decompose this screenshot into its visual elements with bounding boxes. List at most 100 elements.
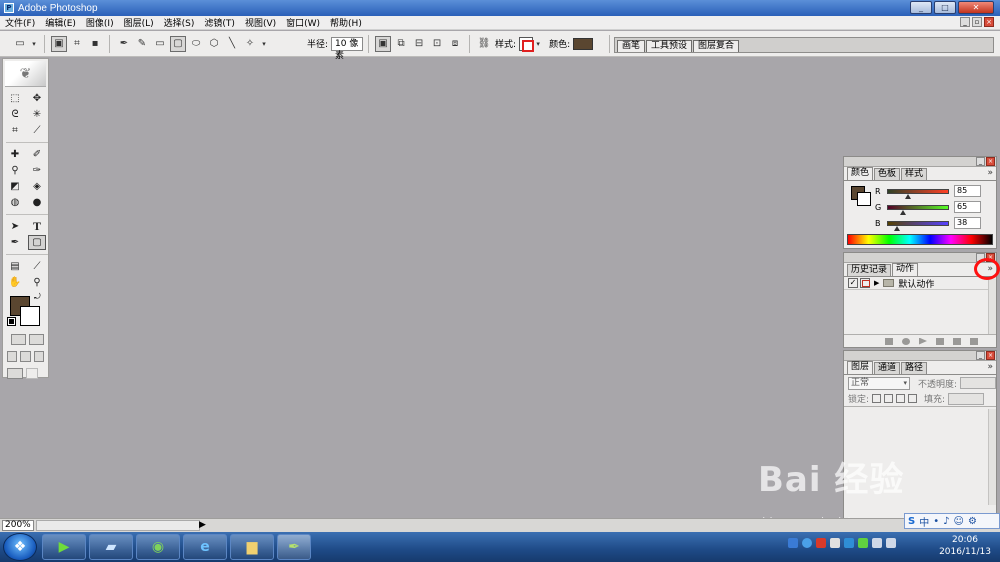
tab-swatches[interactable]: 色板 <box>874 168 901 180</box>
tab-history[interactable]: 历史记录 <box>847 264 892 276</box>
trash-icon[interactable] <box>970 337 978 345</box>
path-selection-tool-icon[interactable]: ➤ <box>6 219 24 234</box>
palette-background-swatch[interactable] <box>857 192 871 206</box>
action-set-row[interactable]: ✓ ▶ 默认动作 <box>844 277 996 290</box>
rounded-rectangle-icon[interactable]: ▢ <box>170 35 186 52</box>
marquee-tool-icon[interactable]: ⬚ <box>6 91 24 106</box>
doc-restore-button[interactable]: ▫ <box>972 17 982 27</box>
magic-wand-tool-icon[interactable]: ✳ <box>28 107 46 122</box>
shape-tool-icon[interactable]: ▢ <box>28 235 46 250</box>
doc-minimize-button[interactable]: _ <box>960 17 970 27</box>
menu-file[interactable]: 文件(F) <box>0 16 40 29</box>
palette-titlebar[interactable]: _ × <box>844 253 996 263</box>
jump-to-imageready-icon[interactable] <box>7 368 23 379</box>
subtract-shape-icon[interactable]: ⊟ <box>411 36 427 52</box>
move-tool-icon[interactable]: ✥ <box>28 91 46 106</box>
stop-icon[interactable] <box>885 337 893 345</box>
palette-close-button[interactable]: × <box>986 157 995 166</box>
slider-thumb[interactable] <box>893 225 900 231</box>
default-colors-icon[interactable] <box>7 317 16 326</box>
quick-mask-button[interactable] <box>29 334 44 345</box>
taskbar-photoshop[interactable]: ✒ <box>277 534 311 560</box>
standard-mode-button[interactable] <box>11 334 26 345</box>
background-color-swatch[interactable] <box>20 306 40 326</box>
well-tab-brushes[interactable]: 画笔 <box>617 40 646 52</box>
zoom-level-input[interactable]: 200% <box>2 520 34 531</box>
eyedropper-tool-icon[interactable]: ⟋ <box>28 259 46 274</box>
menu-filter[interactable]: 滤镜(T) <box>199 16 240 29</box>
start-button[interactable]: ❖ <box>3 533 37 561</box>
menu-select[interactable]: 选择(S) <box>159 16 200 29</box>
add-to-shape-icon[interactable]: ⧉ <box>393 36 409 52</box>
full-screen-menu-button[interactable] <box>20 351 31 362</box>
fill-pixels-icon[interactable]: ▪ <box>87 36 103 52</box>
well-tab-tool-presets[interactable]: 工具预设 <box>646 40 693 52</box>
paint-bucket-tool-icon[interactable]: ◈ <box>28 179 46 194</box>
standard-screen-button[interactable] <box>7 351 18 362</box>
taskbar-browser[interactable]: ◉ <box>136 534 180 560</box>
taskbar-file-explorer[interactable]: ▆ <box>230 534 274 560</box>
tray-volume-icon[interactable] <box>886 538 896 548</box>
slice-tool-icon[interactable]: ⟋ <box>28 123 46 138</box>
tab-channels[interactable]: 通道 <box>874 362 901 374</box>
zoom-tool-icon[interactable]: ⚲ <box>28 275 46 290</box>
palette-titlebar[interactable]: _ × <box>844 157 996 167</box>
palette-close-button[interactable]: × <box>986 351 995 360</box>
tab-actions[interactable]: 动作 <box>892 263 919 276</box>
doc-close-button[interactable]: × <box>984 17 994 27</box>
menu-edit[interactable]: 编辑(E) <box>40 16 81 29</box>
type-tool-icon[interactable]: T <box>28 219 46 234</box>
layers-scrollbar[interactable] <box>988 409 996 505</box>
color-spectrum-bar[interactable] <box>847 234 993 245</box>
taskbar-internet-explorer[interactable]: e <box>183 534 227 560</box>
minimize-button[interactable]: _ <box>910 1 932 14</box>
pen-icon[interactable]: ✒ <box>116 36 132 52</box>
notes-tool-icon[interactable]: ▤ <box>6 259 24 274</box>
shape-layers-icon[interactable]: ▣ <box>51 35 67 52</box>
chevron-down-icon[interactable]: ▾ <box>30 36 38 52</box>
tray-signal-icon[interactable] <box>872 538 882 548</box>
menu-window[interactable]: 窗口(W) <box>281 16 325 29</box>
rectangle-icon[interactable]: ▭ <box>152 36 168 52</box>
close-button[interactable]: ✕ <box>958 1 994 14</box>
tab-paths[interactable]: 路径 <box>901 362 928 374</box>
toolbox-header[interactable]: ❦ <box>5 61 46 87</box>
tray-shield-icon[interactable] <box>844 538 854 548</box>
tray-antivirus-icon[interactable] <box>816 538 826 548</box>
clone-stamp-tool-icon[interactable]: ⚲ <box>6 163 24 178</box>
taskbar-media-player[interactable]: ▶ <box>42 534 86 560</box>
new-action-icon[interactable] <box>953 337 961 345</box>
lock-position-icon[interactable] <box>896 394 906 403</box>
taskbar-window-switcher[interactable]: ▰ <box>89 534 133 560</box>
style-picker[interactable] <box>519 36 535 52</box>
freeform-pen-icon[interactable]: ✎ <box>134 36 150 52</box>
link-icon[interactable]: ⛓ <box>476 36 492 52</box>
tray-update-icon[interactable] <box>858 538 868 548</box>
slider-thumb[interactable] <box>904 193 911 199</box>
tab-color[interactable]: 颜色 <box>847 167 874 180</box>
ellipse-icon[interactable]: ⬭ <box>188 36 204 52</box>
pen-tool-icon[interactable]: ✒ <box>6 235 24 250</box>
hand-tool-icon[interactable]: ✋ <box>6 275 24 290</box>
tray-network-app-icon[interactable] <box>788 538 798 548</box>
status-menu-arrow-icon[interactable]: ▶ <box>199 520 206 530</box>
dialog-toggle-icon[interactable] <box>860 278 870 288</box>
blend-mode-select[interactable]: 正常 ▾ <box>848 376 910 390</box>
eraser-tool-icon[interactable]: ◩ <box>6 179 24 194</box>
palette-menu-icon[interactable]: » <box>987 362 993 372</box>
slider-thumb[interactable] <box>900 209 907 215</box>
healing-brush-tool-icon[interactable]: ✚ <box>6 147 24 162</box>
document-info-box[interactable] <box>36 520 200 531</box>
expand-triangle-icon[interactable]: ▶ <box>874 279 879 287</box>
lock-image-icon[interactable] <box>884 394 894 403</box>
ime-skin-icon[interactable]: ☺ <box>954 516 964 527</box>
blur-tool-icon[interactable]: ◍ <box>6 195 24 210</box>
crop-tool-icon[interactable]: ⌗ <box>6 123 24 138</box>
palette-titlebar[interactable]: _ × <box>844 351 996 361</box>
lasso-tool-icon[interactable]: ᘓ <box>6 107 24 122</box>
channel-value-input[interactable]: 65 <box>954 201 981 213</box>
palette-minimize-button[interactable]: _ <box>976 351 985 360</box>
channel-slider[interactable] <box>887 204 949 215</box>
ime-punct-icon[interactable]: • <box>933 516 939 527</box>
brush-tool-icon[interactable]: ✐ <box>28 147 46 162</box>
